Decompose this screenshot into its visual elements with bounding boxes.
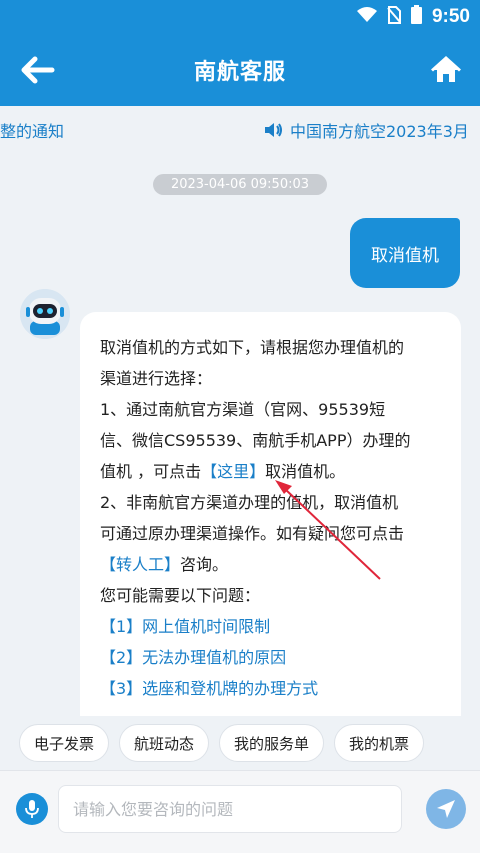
home-icon [431,56,461,82]
input-bar [0,770,480,853]
bot-text-line: 可通过原办理渠道操作。如有疑问您可点击 [100,524,405,543]
chip-my-service-orders[interactable]: 我的服务单 [219,724,325,762]
cancel-here-link[interactable]: 【这里】 [201,462,265,481]
back-arrow-icon [21,56,55,84]
status-clock: 9:50 [431,6,470,27]
bot-text: 咨询。 [180,555,229,574]
notice-text-right: 中国南方航空2023年3月 [290,122,469,141]
back-button[interactable] [18,52,58,88]
wifi-icon [356,6,377,28]
bot-text-line: 渠道进行选择： [100,369,213,388]
bot-text-line: 2、非南航官方渠道办理的值机，取消值机 [100,493,399,512]
speaker-icon [265,123,282,137]
bot-text-line: 信、微信CS95539、南航手机APP）办理的 [100,431,411,450]
bot-text: 取消值机。 [265,462,346,481]
bot-text: 值机 ，可点击 [100,462,202,481]
chip-flight-status[interactable]: 航班动态 [119,724,210,762]
battery-icon [410,5,422,29]
app-header: 南航客服 [0,34,480,106]
robot-icon [20,289,70,339]
bot-text-line: 值机 ，可点击【这里】取消值机。 [100,456,443,487]
faq-link-1[interactable]: 【1】网上值机时间限制 [100,611,443,642]
chip-my-tickets[interactable]: 我的机票 [334,724,425,762]
no-sim-icon [387,5,401,29]
transfer-agent-link[interactable]: 【转人工】 [100,555,180,574]
message-input[interactable] [58,785,402,833]
send-button[interactable] [426,789,466,829]
notice-marquee[interactable]: 整的通知 中国南方航空2023年3月 [0,106,480,152]
bot-text-line: 【转人工】咨询。 [100,549,443,580]
bot-text-line: 取消值机的方式如下，请根据您办理值机的 [100,338,405,357]
chat-area[interactable]: 2023-04-06 09:50:03 取消值机 取消值机的方式如下，请根据您办… [0,152,480,716]
faq-link-3[interactable]: 【3】选座和登机牌的办理方式 [100,673,443,704]
faq-link-2[interactable]: 【2】无法办理值机的原因 [100,642,443,673]
bot-text-line: 您可能需要以下问题： [100,586,261,605]
notice-item: 中国南方航空2023年3月 [264,118,469,142]
send-icon [437,800,455,818]
bot-text-line: 1、通过南航官方渠道（官网、95539短 [100,400,386,419]
quick-chips-bar: 电子发票 航班动态 我的服务单 我的机票 [0,716,480,770]
home-button[interactable] [428,52,464,88]
message-timestamp: 2023-04-06 09:50:03 [152,174,328,195]
chip-e-invoice[interactable]: 电子发票 [19,724,110,762]
bot-message-bubble: 取消值机的方式如下，请根据您办理值机的 渠道进行选择： 1、通过南航官方渠道（官… [80,312,461,716]
status-bar: 9:50 [0,0,480,34]
user-message-bubble: 取消值机 [350,218,460,288]
microphone-icon [25,800,39,818]
page-title: 南航客服 [193,60,286,85]
voice-input-button[interactable] [16,793,48,825]
bot-avatar [20,289,70,339]
notice-text-left: 整的通知 [0,122,65,141]
